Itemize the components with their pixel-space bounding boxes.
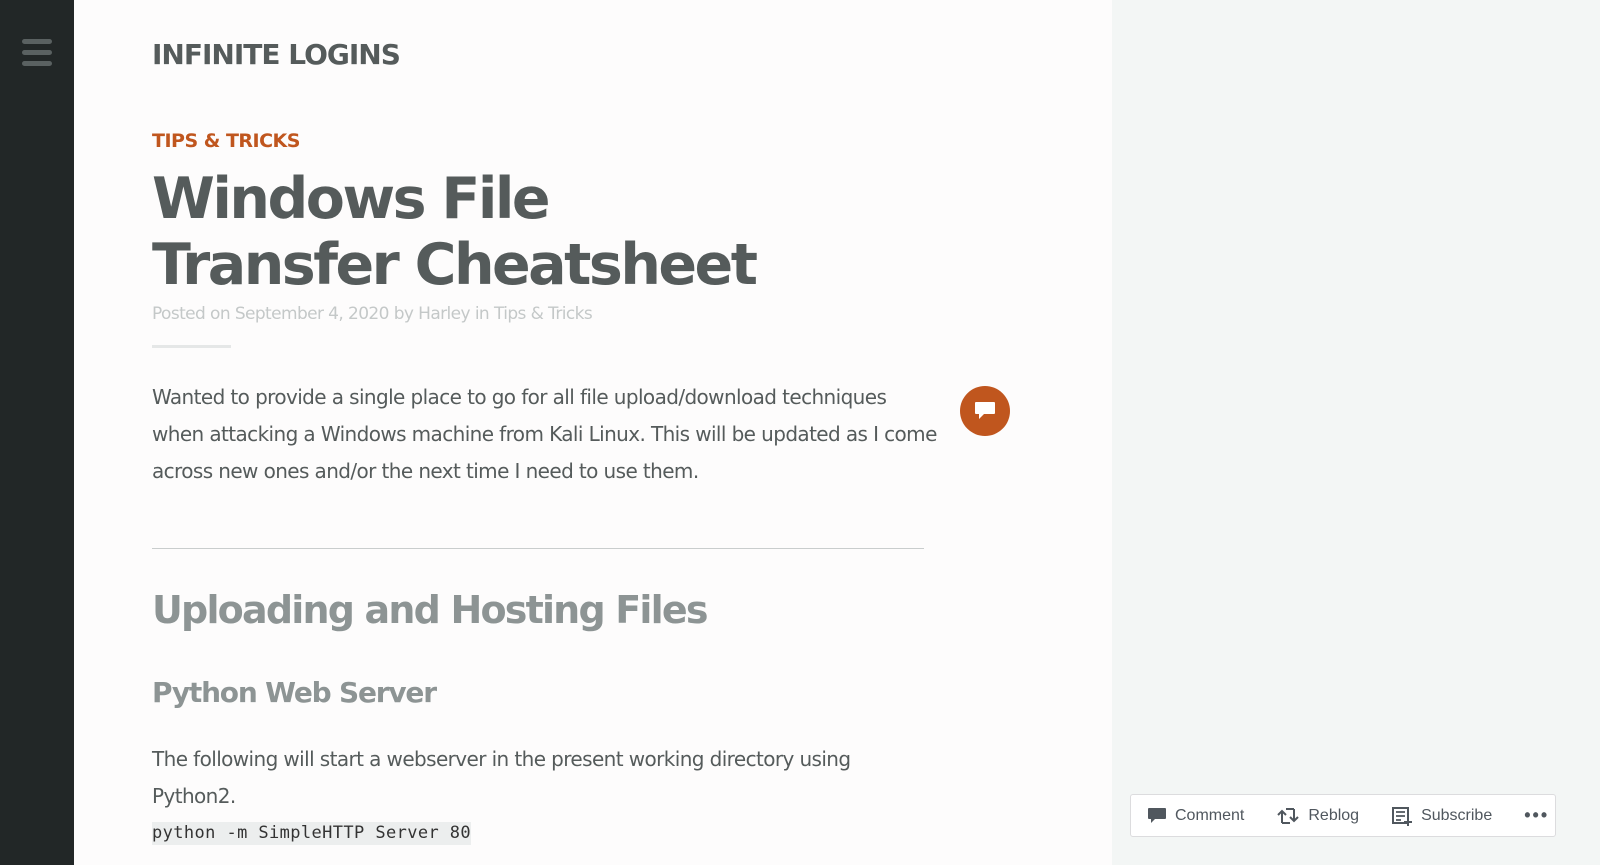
hamburger-icon[interactable]	[22, 39, 52, 44]
subscribe-icon	[1392, 806, 1413, 826]
author-link[interactable]: Harley	[418, 304, 470, 324]
reblog-label: Reblog	[1308, 806, 1360, 824]
meta-divider	[152, 345, 231, 348]
hamburger-icon[interactable]	[22, 50, 52, 55]
speech-bubble-icon	[975, 402, 995, 419]
category-link[interactable]: Tips & Tricks	[494, 304, 593, 324]
post-meta: Posted on September 4, 2020 by Harley in…	[152, 304, 593, 324]
section-divider	[152, 548, 924, 549]
in-label: in	[474, 304, 490, 324]
post-category[interactable]: TIPS & TRICKS	[152, 130, 300, 152]
code-snippet: python -m SimpleHTTP Server 80	[152, 822, 472, 845]
section-heading: Uploading and Hosting Files	[152, 588, 708, 632]
subscribe-label: Subscribe	[1421, 806, 1493, 824]
post-title: Windows File Transfer Cheatsheet	[152, 166, 758, 298]
subsection-text: The following will start a webserver in …	[152, 747, 851, 808]
by-label: by	[393, 304, 414, 324]
subscribe-button[interactable]: Subscribe	[1391, 806, 1492, 826]
posted-on-label: Posted on	[152, 304, 231, 324]
reblog-icon	[1277, 807, 1300, 824]
comment-button[interactable]: Comment	[1147, 807, 1244, 825]
main-content: INFINITE LOGINS TIPS & TRICKS Windows Fi…	[74, 0, 1112, 865]
more-options-button[interactable]: •••	[1524, 805, 1549, 826]
subsection-heading: Python Web Server	[152, 676, 437, 709]
post-date-link[interactable]: September 4, 2020	[235, 304, 390, 324]
comment-icon	[1148, 807, 1166, 823]
comment-label: Comment	[1175, 806, 1245, 824]
menu-toggle-button[interactable]	[0, 0, 74, 106]
hamburger-icon[interactable]	[22, 61, 52, 66]
reblog-button[interactable]: Reblog	[1276, 806, 1359, 826]
right-panel	[1112, 0, 1600, 865]
sidebar	[0, 0, 74, 865]
site-title[interactable]: INFINITE LOGINS	[152, 38, 401, 71]
action-bar: Comment Reblog Subscribe •••	[1130, 794, 1556, 837]
comments-button[interactable]	[960, 386, 1010, 436]
post-intro: Wanted to provide a single place to go f…	[152, 385, 937, 483]
